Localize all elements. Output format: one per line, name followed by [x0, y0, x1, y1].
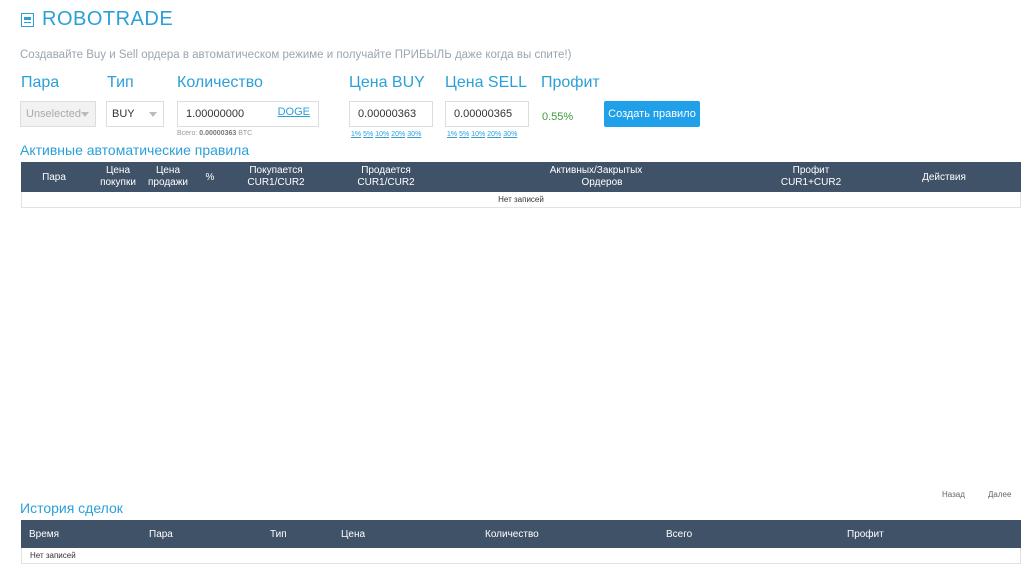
total-prefix: Всего: — [177, 130, 198, 137]
quantity-input-value: 1.00000000 — [186, 108, 245, 120]
price-sell-label: Цена SELL — [445, 74, 528, 91]
robotrade-logo-icon — [21, 13, 34, 27]
buy-percent-10[interactable]: 10% — [375, 131, 389, 138]
total-line: Всего: 0.00000363 BTC — [177, 130, 252, 137]
sell-percent-10[interactable]: 10% — [471, 131, 485, 138]
pair-label: Пара — [21, 74, 60, 91]
history-header-profit: Профит — [847, 529, 884, 540]
pair-select-value: Unselected — [26, 108, 82, 120]
total-unit: BTC — [238, 130, 253, 137]
rules-table-header: Пара Цена покупки Цена продажи % Покупаетс… — [21, 162, 1021, 192]
buy-percent-30[interactable]: 30% — [407, 131, 421, 138]
sell-percent-30[interactable]: 30% — [503, 131, 517, 138]
history-header-type: Тип — [270, 529, 287, 540]
history-empty-row: Нет записей — [21, 548, 1021, 564]
price-buy-input[interactable]: 0.00000363 — [349, 101, 433, 127]
profit-value: 0.55% — [542, 111, 574, 123]
chevron-down-icon — [81, 112, 89, 117]
buy-percent-5[interactable]: 5% — [363, 131, 373, 138]
type-label: Тип — [107, 74, 134, 91]
app-title: ROBOTRADE — [42, 8, 174, 30]
type-select[interactable]: BUY — [106, 101, 164, 127]
history-header-pair: Пара — [149, 529, 173, 540]
type-select-value: BUY — [112, 108, 135, 120]
rules-header-orders: Активных/Закрытых Ордеров — [549, 165, 643, 188]
quantity-unit-link[interactable]: DOGE — [278, 100, 310, 124]
buy-percent-1[interactable]: 1% — [351, 131, 361, 138]
history-header-quantity: Количество — [485, 529, 539, 540]
rules-header-percent: % — [205, 172, 215, 183]
rules-table-title: Активные автоматические правила — [20, 142, 250, 158]
quantity-label: Количество — [177, 74, 263, 91]
rules-empty-text: Нет записей — [498, 195, 544, 204]
pair-select[interactable]: Unselected — [20, 101, 96, 127]
app-subtitle: Создавайте Buy и Sell ордера в автоматич… — [20, 49, 572, 61]
sell-percent-20[interactable]: 20% — [487, 131, 501, 138]
history-empty-text: Нет записей — [30, 551, 76, 560]
history-header-price: Цена — [341, 529, 366, 540]
price-buy-value: 0.00000363 — [358, 108, 417, 120]
sell-percent-1[interactable]: 1% — [447, 131, 457, 138]
history-table-header: Время Пара Тип Цена Количество Всего Про… — [21, 520, 1021, 548]
pagination-prev[interactable]: Назад — [942, 490, 965, 499]
create-rule-button[interactable]: Создать правило — [604, 101, 700, 127]
price-buy-percent-links: 1% 5% 10% 20% 30% — [351, 131, 423, 138]
price-sell-value: 0.00000365 — [454, 108, 513, 120]
pagination-next[interactable]: Далее — [988, 490, 1011, 499]
rules-header-sell-price: Цена продажи — [148, 165, 188, 188]
history-table-title: История сделок — [20, 500, 123, 516]
sell-percent-5[interactable]: 5% — [459, 131, 469, 138]
rules-header-profit: Профит CUR1+CUR2 — [780, 165, 842, 188]
rules-header-bought: Покупается CUR1/CUR2 — [247, 165, 305, 188]
rules-header-sold: Продается CUR1/CUR2 — [357, 165, 415, 188]
profit-label: Профит — [541, 74, 600, 91]
quantity-input[interactable]: 1.00000000 DOGE — [177, 101, 319, 127]
history-header-total: Всего — [666, 529, 693, 540]
price-buy-label: Цена BUY — [349, 74, 425, 91]
rules-empty-row: Нет записей — [21, 192, 1021, 208]
rules-header-pair: Пара — [42, 172, 66, 183]
rules-header-actions: Действия — [922, 172, 966, 183]
history-header-time: Время — [29, 529, 60, 540]
price-sell-percent-links: 1% 5% 10% 20% 30% — [447, 131, 519, 138]
rules-header-buy-price: Цена покупки — [100, 165, 136, 188]
chevron-down-icon — [149, 112, 157, 117]
buy-percent-20[interactable]: 20% — [391, 131, 405, 138]
price-sell-input[interactable]: 0.00000365 — [445, 101, 529, 127]
total-value: 0.00000363 — [199, 130, 237, 137]
